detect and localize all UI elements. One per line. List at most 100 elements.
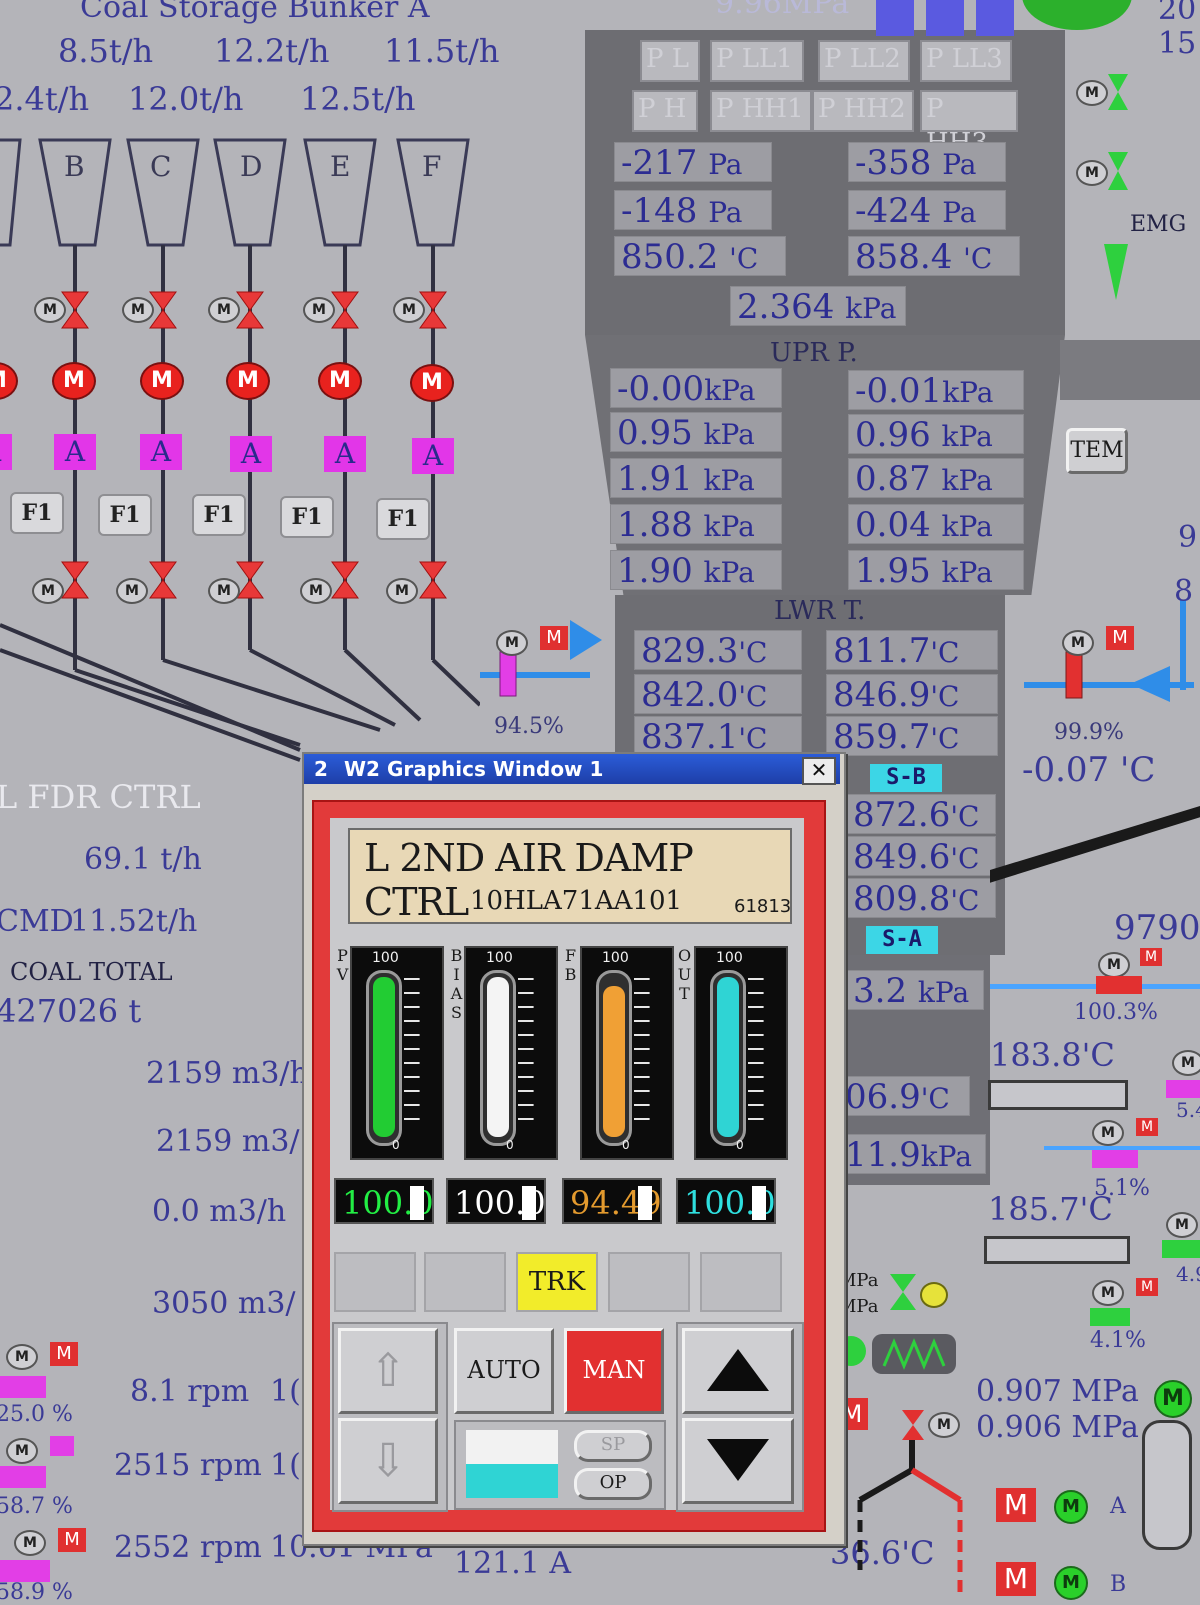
feeder-motor-icon[interactable]: M [318,362,362,400]
auto-mode-badge[interactable]: A [412,438,454,474]
bias-readout[interactable]: 100.0 [446,1178,546,1224]
manual-badge[interactable]: M [540,626,568,650]
damper-icon[interactable] [1092,1150,1138,1168]
op-button[interactable]: OP [574,1468,652,1500]
valve-icon[interactable] [890,1274,916,1310]
f1-button[interactable]: F1 [280,496,334,538]
damper-actuator-icon[interactable]: M [496,630,528,656]
coal-flow-5: 12.0t/h [128,80,244,118]
f1-button[interactable]: F1 [376,498,430,540]
man-button[interactable]: MAN [564,1328,664,1414]
valve-actuator-icon[interactable]: M [1172,1050,1200,1076]
damper-actuator-icon[interactable]: M [14,1530,46,1556]
graphics-window-dialog[interactable]: 2 W2 Graphics Window 1 ✕ L 2ND AIR DAMP … [302,752,846,1546]
valve-actuator-icon[interactable]: M [34,297,66,323]
damper-actuator-icon[interactable]: M [6,1344,38,1370]
cmd-value: 11.52t/h [70,904,198,939]
valve-actuator-icon[interactable]: M [208,578,240,604]
rpm-2: 2515 rpm [114,1448,262,1483]
valve-icon[interactable] [1108,152,1128,190]
upr-right-2: 0.96 kPa [848,414,1024,455]
valve-actuator-icon[interactable]: M [928,1412,960,1438]
damper-icon[interactable] [0,1466,46,1488]
tag-s-b[interactable]: S-B [870,764,942,792]
decrease-small-button[interactable]: ⇩ [338,1418,438,1504]
f1-button[interactable]: F1 [98,494,152,536]
valve-actuator-icon[interactable]: M [1098,952,1130,978]
valve-actuator-icon[interactable]: M [300,578,332,604]
window-title: W2 Graphics Window 1 [344,757,604,781]
dialog-titlebar[interactable]: 2 W2 Graphics Window 1 [304,754,840,784]
increase-small-button[interactable]: ⇧ [338,1328,438,1414]
valve-actuator-icon[interactable]: M [1076,160,1108,186]
tem-button[interactable]: TEM [1066,428,1128,474]
damper-icon[interactable] [0,1560,50,1582]
green-motor-icon[interactable]: M [1154,1380,1192,1418]
feeder-motor-icon[interactable]: M [226,362,270,400]
valve-actuator-icon[interactable]: M [208,297,240,323]
tag-s-a[interactable]: S-A [866,926,938,954]
value: -148 [621,191,698,231]
auto-badge[interactable] [50,1436,74,1456]
auto-mode-badge[interactable]: A [324,436,366,472]
feeder-motor-icon[interactable]: M [52,362,96,400]
manual-badge[interactable]: M [50,1342,78,1366]
valve-actuator-icon[interactable]: M [1092,1120,1124,1146]
valve-actuator-icon[interactable]: M [1092,1280,1124,1306]
valve-actuator-icon[interactable]: M [32,578,64,604]
window-number: 2 [314,757,328,781]
increase-button[interactable] [682,1328,794,1414]
damper-actuator-icon[interactable]: M [1062,630,1094,656]
indicator-block [926,0,964,36]
auto-mode-badge[interactable]: A [54,434,96,470]
faceplate-tag: 10HLA71AA101 [470,886,683,916]
valve-actuator-icon[interactable]: M [122,297,154,323]
actuator-yellow-icon[interactable] [920,1282,948,1308]
value: 859.7 [833,717,931,757]
manual-badge[interactable]: M [1140,948,1162,966]
manual-badge[interactable]: M [1106,626,1134,650]
damper-icon[interactable] [0,1376,46,1398]
valve-icon[interactable] [1108,74,1128,110]
damper-icon[interactable] [1166,1080,1200,1098]
auto-mode-badge[interactable]: A [140,434,182,470]
current-tail: 121.1 A [454,1546,572,1581]
valve-actuator-icon[interactable]: M [303,297,335,323]
damper-actuator-icon[interactable]: M [6,1438,38,1464]
manual-badge[interactable]: M [996,1562,1036,1596]
out-readout[interactable]: 100.0 [676,1178,776,1224]
auto-button[interactable]: AUTO [454,1328,554,1414]
manual-badge[interactable]: M [58,1528,86,1552]
valve-actuator-icon[interactable]: M [1166,1212,1198,1238]
f1-button[interactable]: F1 [192,494,246,536]
auto-mode-badge[interactable]: A [0,434,12,470]
feeder-motor-icon[interactable]: M [410,364,454,402]
rpm-3: 2552 rpm [114,1530,262,1565]
manual-badge[interactable]: M [996,1488,1036,1522]
decrease-button[interactable] [682,1418,794,1504]
valve-icon[interactable] [902,1410,924,1440]
emg-valve-icon[interactable] [1104,244,1128,300]
manual-badge[interactable]: M [1136,1278,1158,1296]
coal-total-value: 427026 t [0,992,142,1030]
f1-button[interactable]: F1 [10,492,64,534]
lwr-right-1: 811.7'C [826,630,998,671]
valve-actuator-icon[interactable]: M [1076,80,1108,106]
green-motor-icon[interactable]: M [1054,1490,1088,1524]
coal-flow-4: 2.4t/h [0,80,90,118]
valve-icon[interactable] [1162,1240,1200,1258]
green-motor-icon[interactable]: M [1054,1566,1088,1600]
auto-mode-badge[interactable]: A [230,436,272,472]
feeder-motor-icon[interactable]: M [140,362,184,400]
unit: kPa [941,556,993,589]
close-icon[interactable]: ✕ [802,757,836,785]
black-duct [990,806,1200,883]
damper-icon[interactable] [1096,976,1142,994]
sp-button[interactable]: SP [574,1430,652,1462]
bunker-label-b: B [64,150,85,183]
valve-actuator-icon[interactable]: M [116,578,148,604]
valve-actuator-icon[interactable]: M [393,297,425,323]
manual-badge[interactable]: M [1136,1118,1158,1136]
valve-icon[interactable] [1090,1308,1130,1326]
valve-actuator-icon[interactable]: M [386,578,418,604]
